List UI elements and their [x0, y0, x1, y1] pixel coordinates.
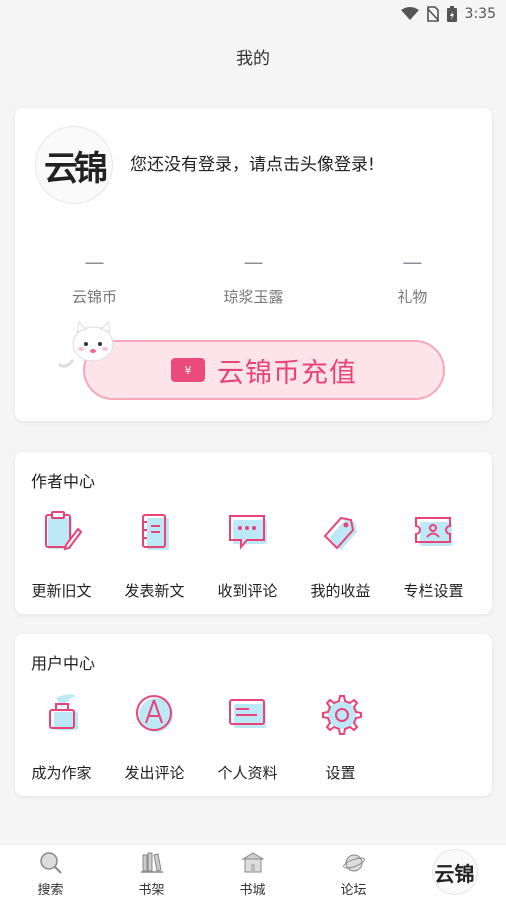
item-label: 发表新文 — [124, 582, 185, 600]
item-label: 我的收益 — [310, 582, 371, 600]
profile-card: 云锦 您还没有登录，请点击头像登录! — 云锦币 — 琼浆玉露 — 礼物 ¥ 云… — [15, 108, 492, 421]
wallet-symbol: ¥ — [184, 363, 192, 377]
author-center-title: 作者中心 — [31, 472, 96, 491]
become-writer-button[interactable]: 成为作家 — [15, 686, 108, 783]
cat-mascot-icon — [57, 320, 114, 368]
ink-bottle-icon — [15, 686, 108, 742]
tab-bookstore[interactable]: 书城 — [202, 845, 303, 900]
wallet-icon: ¥ — [171, 358, 205, 382]
author-center-card: 作者中心 更新旧文 发表新文 收到评论 我的收益 专栏设置 — [15, 452, 492, 614]
tab-bookshelf[interactable]: 书架 — [101, 845, 202, 900]
stats-row: — 云锦币 — 琼浆玉露 — 礼物 — [15, 248, 492, 307]
item-label: 更新旧文 — [31, 582, 92, 600]
search-icon — [39, 851, 63, 875]
avatar[interactable]: 云锦 — [35, 126, 113, 204]
login-prompt[interactable]: 您还没有登录，请点击头像登录! — [130, 150, 375, 175]
received-comments-button[interactable]: 收到评论 — [201, 504, 294, 601]
tag-icon — [294, 504, 387, 560]
stat-gift[interactable]: — 礼物 — [333, 248, 492, 307]
notebook-icon — [108, 504, 201, 560]
stat-yunjin-coin[interactable]: — 云锦币 — [15, 248, 174, 307]
comment-icon — [201, 504, 294, 560]
stat-value: — — [402, 250, 423, 274]
recharge-label: 云锦币充值 — [217, 357, 357, 389]
battery-icon — [446, 6, 457, 22]
compass-pen-icon — [108, 686, 201, 742]
tab-forum[interactable]: 论坛 — [303, 845, 404, 900]
avatar-icon: 云锦 — [431, 849, 478, 895]
status-time: 3:35 — [464, 6, 496, 22]
item-label: 设置 — [325, 764, 356, 782]
my-earnings-button[interactable]: 我的收益 — [294, 504, 387, 601]
item-label: 发出评论 — [124, 764, 185, 782]
page-title: 我的 — [236, 48, 270, 69]
tab-me[interactable]: 云锦 — [404, 845, 505, 900]
bottom-tab-bar: 搜索 书架 书城 论坛 云锦 — [0, 844, 506, 900]
no-sim-icon — [426, 6, 439, 22]
tab-label: 论坛 — [340, 883, 367, 898]
tab-label: 书架 — [138, 883, 165, 898]
tab-label: 搜索 — [37, 883, 64, 898]
stat-value: — — [84, 250, 105, 274]
column-settings-button[interactable]: 专栏设置 — [387, 504, 480, 601]
settings-button[interactable]: 设置 — [294, 686, 387, 783]
item-label: 专栏设置 — [403, 582, 464, 600]
gear-icon — [294, 686, 387, 742]
sent-comments-button[interactable]: 发出评论 — [108, 686, 201, 783]
id-card-icon — [201, 686, 294, 742]
bookstore-icon — [240, 851, 265, 875]
tab-label: 书城 — [239, 883, 266, 898]
user-center-grid: 成为作家 发出评论 个人资料 设置 — [15, 686, 492, 783]
update-old-work-button[interactable]: 更新旧文 — [15, 504, 108, 601]
bookshelf-icon — [140, 851, 164, 875]
wifi-icon — [400, 7, 419, 21]
item-label: 成为作家 — [31, 764, 92, 782]
item-label: 个人资料 — [217, 764, 278, 782]
tab-search[interactable]: 搜索 — [0, 845, 101, 900]
personal-info-button[interactable]: 个人资料 — [201, 686, 294, 783]
status-bar: 3:35 — [0, 0, 506, 28]
publish-new-work-button[interactable]: 发表新文 — [108, 504, 201, 601]
stat-label: 云锦币 — [71, 288, 117, 306]
author-center-grid: 更新旧文 发表新文 收到评论 我的收益 专栏设置 — [15, 504, 492, 601]
avatar-logo: 云锦 — [44, 148, 108, 189]
forum-icon — [342, 851, 366, 875]
stat-qiongjiang[interactable]: — 琼浆玉露 — [174, 248, 333, 307]
ticket-icon — [387, 504, 480, 560]
user-center-title: 用户中心 — [31, 654, 96, 673]
clipboard-pen-icon — [15, 504, 108, 560]
item-label: 收到评论 — [217, 582, 278, 600]
stat-label: 礼物 — [397, 288, 428, 306]
user-center-card: 用户中心 成为作家 发出评论 个人资料 设置 — [15, 634, 492, 796]
stat-value: — — [243, 250, 264, 274]
recharge-button[interactable]: ¥ 云锦币充值 — [83, 340, 445, 400]
stat-label: 琼浆玉露 — [223, 288, 284, 306]
